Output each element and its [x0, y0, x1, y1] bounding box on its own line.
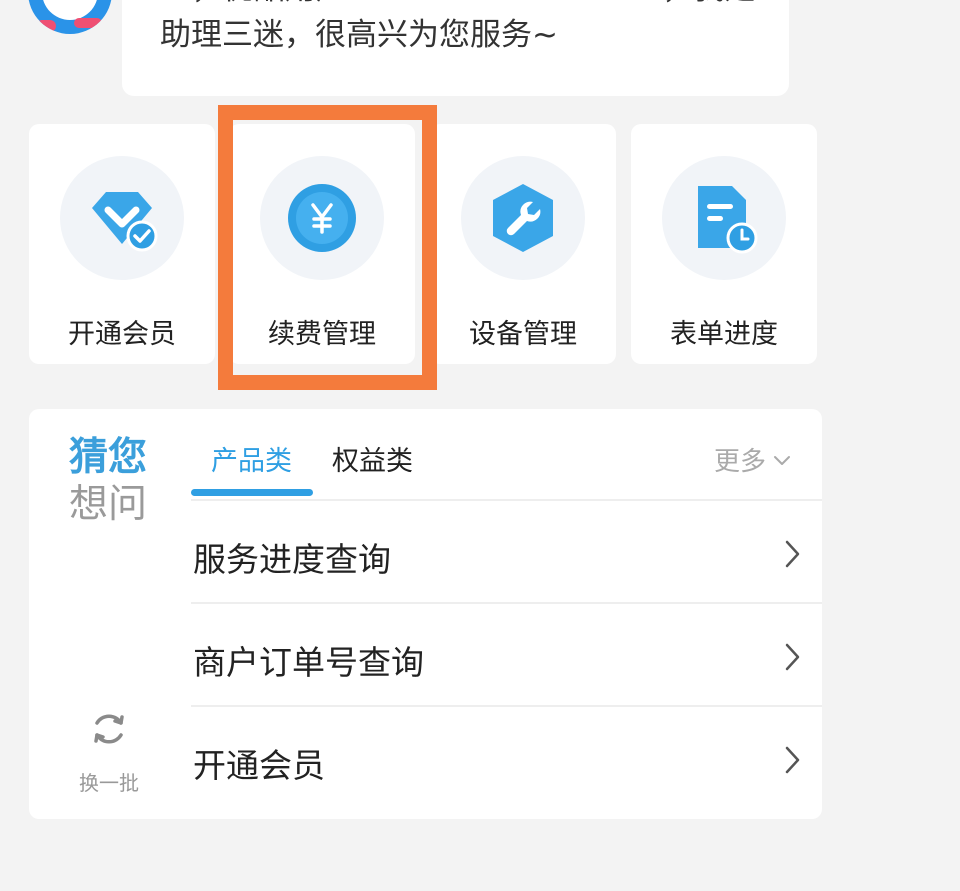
avatar-cheek [74, 18, 102, 28]
chevron-right-icon [785, 643, 800, 671]
guess-title-line-2: 想问 [69, 482, 148, 527]
quick-action-icon-wrap [60, 156, 184, 280]
avatar-cheek [36, 20, 56, 32]
refresh-button[interactable]: 换一批 [69, 709, 149, 796]
question-item[interactable]: 商户订单号查询 [191, 602, 822, 705]
avatar-face [42, 0, 98, 20]
quick-action-open-membership[interactable]: 开通会员 [29, 124, 215, 364]
chevron-right-icon [785, 540, 800, 568]
guess-panel: 猜您 想问 产品类 权益类 更多 服务进度查询 商户订单号查询 开通会员 换一批 [29, 409, 822, 819]
quick-action-label: 表单进度 [670, 319, 778, 350]
question-item[interactable]: 服务进度查询 [191, 499, 822, 602]
question-item[interactable]: 开通会员 [191, 705, 822, 808]
more-button[interactable]: 更多 [714, 441, 792, 478]
chevron-right-icon [785, 746, 800, 774]
assistant-avatar [28, 0, 112, 34]
question-text: 开通会员 [193, 746, 325, 785]
tab-product[interactable]: 产品类 [211, 439, 292, 478]
greeting-line-2: 助理三迷，很高兴为您服务~ [160, 17, 558, 53]
active-tab-indicator [191, 489, 313, 496]
quick-action-form-progress[interactable]: 表单进度 [631, 124, 817, 364]
quick-action-label: 开通会员 [68, 319, 176, 350]
quick-action-label: 设备管理 [469, 319, 577, 350]
refresh-icon [94, 714, 124, 744]
quick-action-icon-wrap [260, 156, 384, 280]
question-text: 服务进度查询 [193, 540, 391, 579]
refresh-label: 换一批 [79, 771, 139, 795]
greeting-bubble: Hi，优酷用户1635513381001191，我是 助理三迷，很高兴为您服务~ [122, 0, 789, 96]
wrench-hexagon-icon [493, 184, 553, 252]
chevron-down-icon [774, 455, 790, 465]
greeting-line-1: Hi，优酷用户1635513381001191，我是 [160, 0, 756, 12]
tab-rights[interactable]: 权益类 [332, 439, 413, 478]
more-label: 更多 [713, 447, 766, 477]
guess-title-line-1: 猜您 [69, 435, 148, 480]
quick-action-renewal[interactable]: 续费管理 [229, 124, 415, 364]
question-text: 商户订单号查询 [193, 643, 424, 682]
guess-title: 猜您 想问 [69, 435, 159, 529]
diamond-check-icon [92, 192, 158, 252]
yuan-coin-icon [288, 184, 356, 252]
document-clock-icon [698, 186, 758, 254]
quick-action-device-management[interactable]: 设备管理 [430, 124, 616, 364]
quick-action-label: 续费管理 [268, 319, 376, 350]
quick-action-icon-wrap [662, 156, 786, 280]
quick-action-icon-wrap [461, 156, 585, 280]
